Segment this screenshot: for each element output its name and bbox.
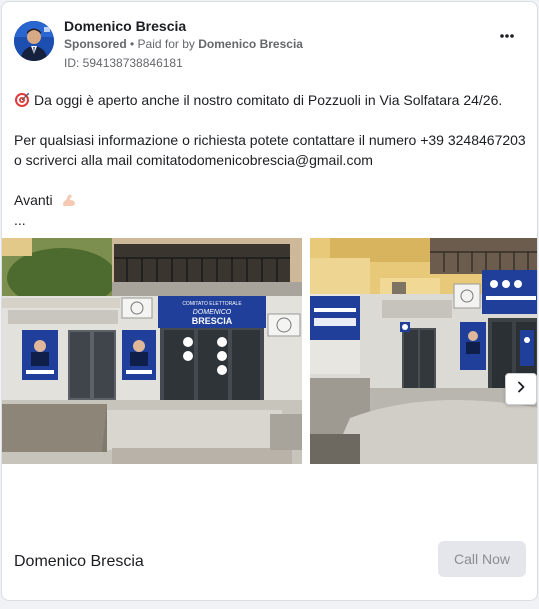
post-text-line2: Per qualsiasi informazione o richiesta p…: [14, 132, 526, 168]
post-text-ellipsis[interactable]: ...: [14, 210, 526, 230]
advertiser-name[interactable]: Domenico Brescia: [64, 18, 186, 34]
post-header: Domenico Brescia Sponsored • Paid for by…: [14, 18, 525, 74]
post-body: Da oggi è aperto anche il nostro comitat…: [14, 90, 526, 230]
paid-for-name: Domenico Brescia: [198, 37, 303, 51]
carousel-image-1[interactable]: COMITATO ELETTORALE DOMENICO BRESCIA: [2, 238, 302, 464]
carousel-next-button[interactable]: [505, 373, 537, 405]
sign-text-2: DOMENICO: [193, 309, 232, 316]
ad-id: ID: 594138738846181: [64, 56, 183, 70]
avatar[interactable]: [14, 21, 54, 61]
ad-card: Domenico Brescia Sponsored • Paid for by…: [1, 1, 538, 601]
post-text-line1: Da oggi è aperto anche il nostro comitat…: [34, 92, 503, 108]
sponsored-meta: Sponsored • Paid for by Domenico Brescia: [64, 37, 303, 51]
call-now-button[interactable]: Call Now: [438, 541, 526, 577]
sign-text-3: BRESCIA: [192, 316, 233, 326]
target-emoji-icon: [14, 92, 30, 108]
sign-text-1: COMITATO ELETTORALE: [182, 301, 242, 307]
paid-for-prefix: • Paid for by: [126, 37, 199, 51]
footer-advertiser-name: Domenico Brescia: [14, 553, 144, 570]
chevron-right-icon: [515, 380, 527, 398]
post-text-line3: Avanti: [14, 192, 53, 208]
flexed-biceps-emoji-icon: [61, 192, 77, 208]
image-carousel[interactable]: COMITATO ELETTORALE DOMENICO BRESCIA: [2, 238, 537, 464]
more-horizontal-icon[interactable]: [499, 28, 515, 39]
carousel-image-2[interactable]: [310, 238, 537, 464]
sponsored-label: Sponsored: [64, 37, 127, 51]
